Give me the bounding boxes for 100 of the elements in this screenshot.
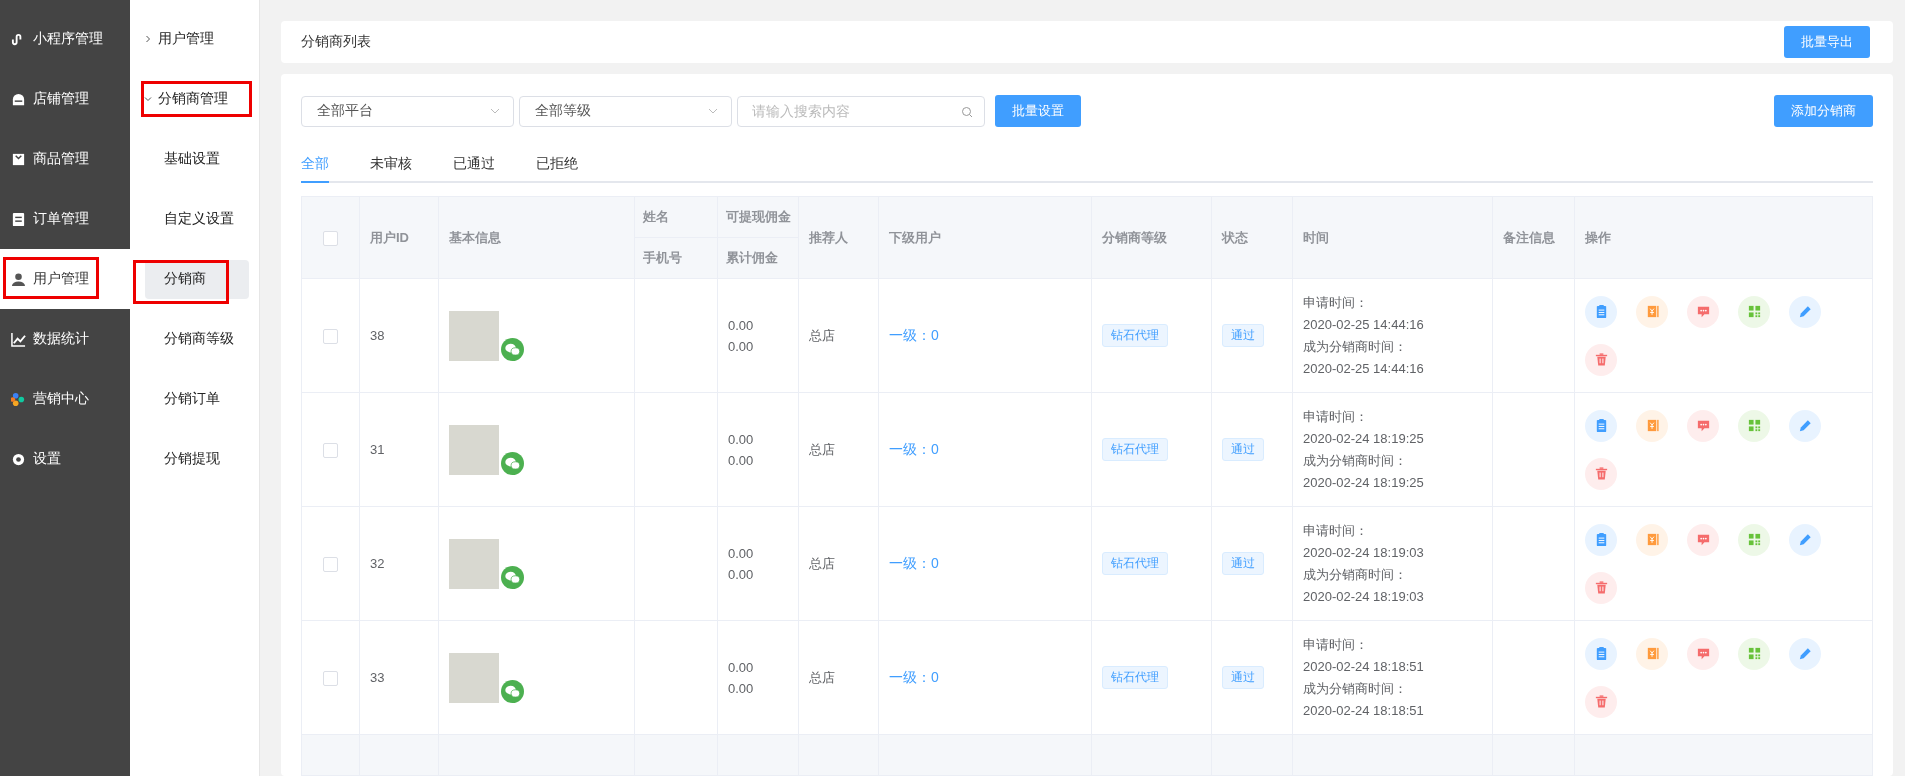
column-header: 操作	[1574, 196, 1873, 279]
message-button[interactable]	[1687, 637, 1719, 670]
delete-button[interactable]	[1585, 457, 1617, 490]
user-icon	[11, 271, 26, 287]
delete-button[interactable]	[1585, 343, 1617, 376]
level-tag: 钻石代理	[1102, 666, 1168, 689]
time-label: 申请时间：	[1303, 522, 1369, 539]
row-checkbox[interactable]	[323, 442, 338, 458]
submenu-group[interactable]: 分销商管理	[130, 69, 259, 129]
submenu-item[interactable]: 分销提现	[145, 439, 249, 479]
qr-code-button[interactable]	[1738, 409, 1770, 442]
pencil-icon	[1797, 418, 1813, 433]
column-header: 下级用户	[878, 196, 1092, 279]
time-value: 2020-02-24 18:19:25	[1303, 474, 1425, 491]
time-value: 2020-02-24 18:18:51	[1303, 658, 1425, 675]
platform-select[interactable]: 全部平台	[301, 95, 514, 127]
ledger-button[interactable]	[1636, 637, 1668, 670]
pencil-icon	[1797, 304, 1813, 319]
qr-code-button[interactable]	[1738, 295, 1770, 328]
submenu-item[interactable]: 分销商	[145, 259, 249, 299]
pencil-icon	[1797, 646, 1813, 661]
column-header: 推荐人	[798, 196, 879, 279]
level-select[interactable]: 全部等级	[519, 95, 732, 127]
referrer: 总店	[809, 555, 835, 571]
withdrawable-amount: 0.00	[728, 317, 755, 333]
user-id: 32	[370, 556, 385, 571]
clipboard-button[interactable]	[1585, 409, 1617, 442]
total-amount: 0.00	[728, 566, 755, 582]
trash-icon	[1593, 580, 1609, 595]
user-id: 33	[370, 670, 385, 685]
clipboard-button[interactable]	[1585, 523, 1617, 556]
ledger-button[interactable]	[1636, 409, 1668, 442]
message-button[interactable]	[1687, 523, 1719, 556]
column-header: 手机号	[634, 237, 718, 279]
time-value: 2020-02-24 18:18:51	[1303, 702, 1425, 719]
submenu-group[interactable]: 用户管理	[130, 9, 259, 69]
status-tag: 通过	[1222, 324, 1264, 347]
referrer: 总店	[809, 441, 835, 457]
tab[interactable]: 已通过	[453, 146, 495, 183]
edit-button[interactable]	[1789, 523, 1821, 556]
time-label: 申请时间：	[1303, 294, 1369, 311]
row-checkbox[interactable]	[323, 328, 338, 344]
sidebar-item[interactable]: 用户管理	[0, 249, 130, 309]
total-amount: 0.00	[728, 338, 755, 354]
clipboard-button[interactable]	[1585, 295, 1617, 328]
photo-placeholder	[449, 310, 499, 361]
sidebar-label: 用户管理	[33, 270, 89, 288]
submenu-item[interactable]: 自定义设置	[145, 199, 249, 239]
column-header: 用户ID	[359, 196, 439, 279]
submenu-item[interactable]: 基础设置	[145, 139, 249, 179]
clipboard-button[interactable]	[1585, 637, 1617, 670]
photo-placeholder	[449, 652, 499, 703]
tab[interactable]: 未审核	[370, 146, 412, 183]
puzzle-icon	[11, 391, 26, 407]
delete-button[interactable]	[1585, 571, 1617, 604]
sidebar-item[interactable]: 商品管理	[0, 129, 130, 189]
edit-button[interactable]	[1789, 409, 1821, 442]
submenu-item[interactable]: 分销订单	[145, 379, 249, 419]
trash-icon	[1593, 694, 1609, 709]
message-button[interactable]	[1687, 409, 1719, 442]
message-icon	[1695, 532, 1711, 547]
sidebar-label: 营销中心	[33, 390, 89, 408]
submenu-group-label: 用户管理	[158, 30, 214, 48]
time-label: 成为分销商时间：	[1303, 452, 1408, 469]
withdrawable-amount: 0.00	[728, 545, 755, 561]
tab[interactable]: 已拒绝	[536, 146, 578, 183]
message-button[interactable]	[1687, 295, 1719, 328]
sidebar-item[interactable]: 订单管理	[0, 189, 130, 249]
photo-placeholder	[449, 538, 499, 589]
time-label: 成为分销商时间：	[1303, 566, 1408, 583]
row-checkbox[interactable]	[323, 556, 338, 572]
qr-code-icon	[1746, 646, 1762, 661]
column-header: 备注信息	[1492, 196, 1575, 279]
photo-placeholder	[449, 424, 499, 475]
pencil-icon	[1797, 532, 1813, 547]
qr-code-button[interactable]	[1738, 523, 1770, 556]
ledger-button[interactable]	[1636, 523, 1668, 556]
time-label: 申请时间：	[1303, 636, 1369, 653]
trash-icon	[1593, 466, 1609, 481]
ledger-button[interactable]	[1636, 295, 1668, 328]
sidebar-item[interactable]: 设置	[0, 429, 130, 489]
qr-code-button[interactable]	[1738, 637, 1770, 670]
withdrawable-amount: 0.00	[728, 431, 755, 447]
edit-button[interactable]	[1789, 295, 1821, 328]
select-all-checkbox[interactable]	[323, 230, 338, 246]
sidebar-item[interactable]: 营销中心	[0, 369, 130, 429]
sidebar-item[interactable]: 店铺管理	[0, 69, 130, 129]
edit-button[interactable]	[1789, 637, 1821, 670]
sidebar-item[interactable]: 小程序管理	[0, 9, 130, 69]
column-header: 分销商等级	[1091, 196, 1212, 279]
row-checkbox[interactable]	[323, 670, 338, 686]
message-icon	[1695, 418, 1711, 433]
search-field[interactable]: 请输入搜索内容	[737, 95, 985, 127]
submenu-item[interactable]: 分销商等级	[145, 319, 249, 359]
user-id: 38	[370, 328, 385, 343]
sidebar-item[interactable]: 数据统计	[0, 309, 130, 369]
delete-button[interactable]	[1585, 685, 1617, 718]
column-header: 累计佣金	[717, 237, 799, 279]
bag-icon	[11, 151, 26, 167]
trash-icon	[1593, 352, 1609, 367]
